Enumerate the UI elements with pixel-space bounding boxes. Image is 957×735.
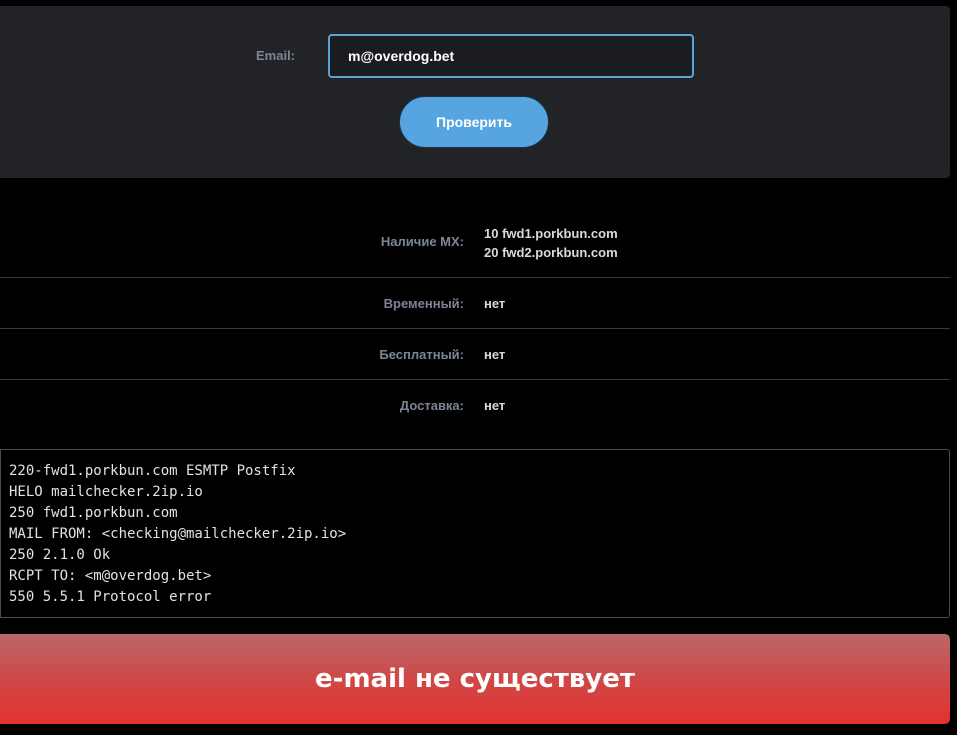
- status-banner: e-mail не существует: [0, 634, 950, 724]
- smtp-log-line: 250 fwd1.porkbun.com: [9, 505, 178, 521]
- free-value: нет: [484, 347, 506, 362]
- temporary-label: Временный:: [383, 296, 464, 311]
- check-button[interactable]: Проверить: [399, 96, 549, 148]
- status-message: e-mail не существует: [315, 664, 635, 694]
- email-label: Email:: [256, 48, 296, 63]
- smtp-log-line: 550 5.5.1 Protocol error: [9, 589, 212, 605]
- temporary-value: нет: [484, 296, 506, 311]
- smtp-log-line: 220-fwd1.porkbun.com ESMTP Postfix: [9, 463, 296, 479]
- smtp-log-line: MAIL FROM: <checking@mailchecker.2ip.io>: [9, 526, 347, 542]
- mx-record: 20 fwd2.porkbun.com: [484, 245, 618, 260]
- results-table: Наличие MX: 10 fwd1.porkbun.com 20 fwd2.…: [0, 210, 950, 431]
- delivery-value: нет: [484, 398, 506, 413]
- email-form-panel: Email: Проверить: [0, 6, 950, 178]
- result-row-free: Бесплатный: нет: [0, 329, 950, 380]
- smtp-log-line: 250 2.1.0 Ok: [9, 547, 111, 563]
- smtp-log-line: HELO mailchecker.2ip.io: [9, 484, 203, 500]
- email-input[interactable]: [328, 34, 694, 78]
- smtp-log: 220-fwd1.porkbun.com ESMTP Postfix HELO …: [0, 449, 950, 618]
- free-label: Бесплатный:: [379, 347, 464, 362]
- mx-records: 10 fwd1.porkbun.com 20 fwd2.porkbun.com: [484, 224, 618, 262]
- smtp-log-line: RCPT TO: <m@overdog.bet>: [9, 568, 212, 584]
- result-row-temporary: Временный: нет: [0, 278, 950, 329]
- mx-label: Наличие MX:: [380, 234, 464, 249]
- delivery-label: Доставка:: [399, 398, 464, 413]
- mx-record: 10 fwd1.porkbun.com: [484, 226, 618, 241]
- result-row-mx: Наличие MX: 10 fwd1.porkbun.com 20 fwd2.…: [0, 210, 950, 278]
- result-row-delivery: Доставка: нет: [0, 380, 950, 431]
